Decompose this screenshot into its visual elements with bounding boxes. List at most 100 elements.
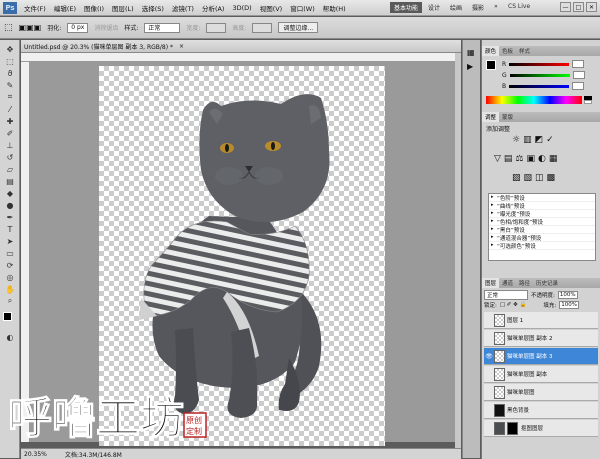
blue-slider[interactable] [509, 84, 570, 88]
menu-3d[interactable]: 3D(D) [228, 4, 255, 12]
tab-paths[interactable]: 路径 [516, 279, 533, 287]
menu-help[interactable]: 帮助(H) [319, 3, 350, 13]
menu-file[interactable]: 文件(F) [20, 3, 50, 13]
lasso-tool-icon[interactable]: ϑ [3, 68, 17, 78]
close-document-icon[interactable]: × [179, 43, 184, 50]
preset-selective-color[interactable]: “可选颜色”预设 [489, 242, 595, 250]
menu-layer[interactable]: 图层(L) [108, 3, 138, 13]
tab-styles[interactable]: 样式 [516, 47, 533, 55]
tab-masks[interactable]: 蒙版 [499, 113, 516, 121]
tab-channels[interactable]: 通道 [499, 279, 516, 287]
minimize-button[interactable]: — [560, 2, 571, 12]
zoom-tool-icon[interactable]: ⌕ [3, 296, 17, 306]
workspace-switcher: 基本功能 设计 绘画 摄影 » [390, 2, 502, 13]
lock-icons[interactable]: □ ✐ ✥ 🔒 [500, 302, 527, 308]
brush-tool-icon[interactable]: ✐ [3, 128, 17, 138]
menu-image[interactable]: 图像(I) [80, 3, 108, 13]
history-brush-icon[interactable]: ↺ [3, 152, 17, 162]
style-select[interactable]: 正常 [144, 22, 181, 33]
color-spectrum[interactable] [486, 96, 582, 104]
preset-bw[interactable]: “黑白”预设 [489, 226, 595, 234]
blue-value[interactable] [572, 82, 585, 90]
layer-row[interactable]: 黑色背景 [484, 402, 598, 419]
adjust-icons-row1[interactable]: ☼▥◩✓ [512, 135, 557, 145]
menu-analysis[interactable]: 分析(A) [198, 3, 229, 13]
quick-select-icon[interactable]: ✎ [3, 80, 17, 90]
refine-edge-button[interactable]: 调整边缘... [278, 22, 319, 33]
layer-row[interactable]: 猫咪单层图 副本 [484, 366, 598, 383]
layer-row[interactable]: 猫咪单层图 [484, 384, 598, 401]
pen-tool-icon[interactable]: ✒ [3, 212, 17, 222]
tab-swatches[interactable]: 色板 [499, 47, 516, 55]
spectrum-white[interactable] [584, 100, 592, 104]
eraser-icon[interactable]: ▱ [3, 164, 17, 174]
gradient-tool-icon[interactable]: ▤ [3, 176, 17, 186]
preset-curves[interactable]: “曲线”预设 [489, 202, 595, 210]
layer-row[interactable]: 图层 1 [484, 312, 598, 329]
preset-channel-mixer[interactable]: “通道混合器”预设 [489, 234, 595, 242]
clone-stamp-icon[interactable]: ⊥ [3, 140, 17, 150]
hand-tool-icon[interactable]: ✋ [3, 284, 17, 294]
maximize-button[interactable]: □ [573, 2, 584, 12]
marquee-tool-icon[interactable]: ⬚ [3, 56, 17, 66]
quick-mask-icon[interactable]: ◐ [3, 332, 17, 342]
dodge-tool-icon[interactable]: ● [3, 200, 17, 210]
tab-color[interactable]: 颜色 [482, 46, 500, 56]
shape-tool-icon[interactable]: ▭ [3, 248, 17, 258]
close-button[interactable]: ✕ [586, 2, 597, 12]
tab-history[interactable]: 历史记录 [533, 279, 561, 287]
actions-panel-icon[interactable]: ▶ [467, 62, 473, 71]
tab-layers[interactable]: 图层 [482, 278, 500, 288]
preset-levels[interactable]: “色阶”预设 [489, 194, 595, 202]
selection-mode-icon[interactable]: ▣▣▣ [19, 23, 42, 32]
move-tool-icon[interactable]: ✥ [3, 44, 17, 54]
green-value[interactable] [572, 71, 585, 79]
green-slider[interactable] [509, 73, 570, 77]
3d-camera-icon[interactable]: ◎ [3, 272, 17, 282]
width-input[interactable] [206, 22, 227, 33]
document-tab[interactable]: Untitled.psd @ 20.3% (猫咪单层图 副本 3, RGB/8)… [21, 40, 461, 53]
marquee-tool-icon[interactable]: ⬚ [4, 23, 13, 33]
cs-live-button[interactable]: CS Live [508, 3, 530, 10]
foreground-color-swatch[interactable] [3, 312, 12, 321]
menu-edit[interactable]: 编辑(E) [50, 3, 80, 13]
workspace-essentials[interactable]: 基本功能 [390, 2, 423, 13]
feather-input[interactable]: 0 px [67, 22, 89, 33]
healing-brush-icon[interactable]: ✚ [3, 116, 17, 126]
height-input[interactable] [252, 22, 273, 33]
vertical-scrollbar[interactable] [455, 53, 461, 448]
menu-window[interactable]: 窗口(W) [286, 3, 319, 13]
layer-row[interactable]: 抠图图层 [484, 420, 598, 437]
workspace-photography[interactable]: 摄影 [468, 2, 488, 13]
adjust-icons-row2[interactable]: ▽▤⚖▣◐▦ [494, 154, 560, 164]
eyedropper-icon[interactable]: ⁄ [3, 104, 17, 114]
preset-exposure[interactable]: “曝光度”预设 [489, 210, 595, 218]
red-value[interactable] [572, 60, 585, 68]
eye-icon[interactable]: 👁 [484, 353, 494, 360]
adjust-icons-row3[interactable]: ▨▧◫▩ [512, 173, 558, 183]
layer-row[interactable]: 👁 猫咪单层图 副本 3 [484, 348, 598, 365]
color-fg-swatch[interactable] [486, 60, 496, 70]
tab-adjustments[interactable]: 调整 [482, 112, 500, 122]
status-zoom[interactable]: 20.35% [24, 451, 47, 458]
workspace-more[interactable]: » [490, 2, 502, 13]
crop-tool-icon[interactable]: ⌗ [3, 92, 17, 102]
3d-rotate-icon[interactable]: ⟳ [3, 260, 17, 270]
type-tool-icon[interactable]: T [3, 224, 17, 234]
fill-input[interactable]: 100% [559, 301, 579, 309]
layer-mask-thumbnail[interactable] [507, 421, 518, 435]
menu-view[interactable]: 视图(V) [256, 3, 287, 13]
red-slider[interactable] [509, 62, 570, 66]
preset-hue-sat[interactable]: “色相/饱和度”预设 [489, 218, 595, 226]
menu-select[interactable]: 选择(S) [138, 3, 168, 13]
blur-tool-icon[interactable]: ◆ [3, 188, 17, 198]
antialias-checkbox[interactable]: 消除锯齿 [94, 23, 118, 32]
workspace-design[interactable]: 设计 [424, 2, 444, 13]
layer-row[interactable]: 猫咪单层图 副本 2 [484, 330, 598, 347]
opacity-input[interactable]: 100% [557, 291, 578, 299]
workspace-painting[interactable]: 绘画 [446, 2, 466, 13]
blend-mode-select[interactable]: 正常 [484, 290, 528, 300]
history-panel-icon[interactable]: ▦ [467, 48, 475, 57]
path-select-icon[interactable]: ➤ [3, 236, 17, 246]
menu-filter[interactable]: 滤镜(T) [168, 3, 198, 13]
